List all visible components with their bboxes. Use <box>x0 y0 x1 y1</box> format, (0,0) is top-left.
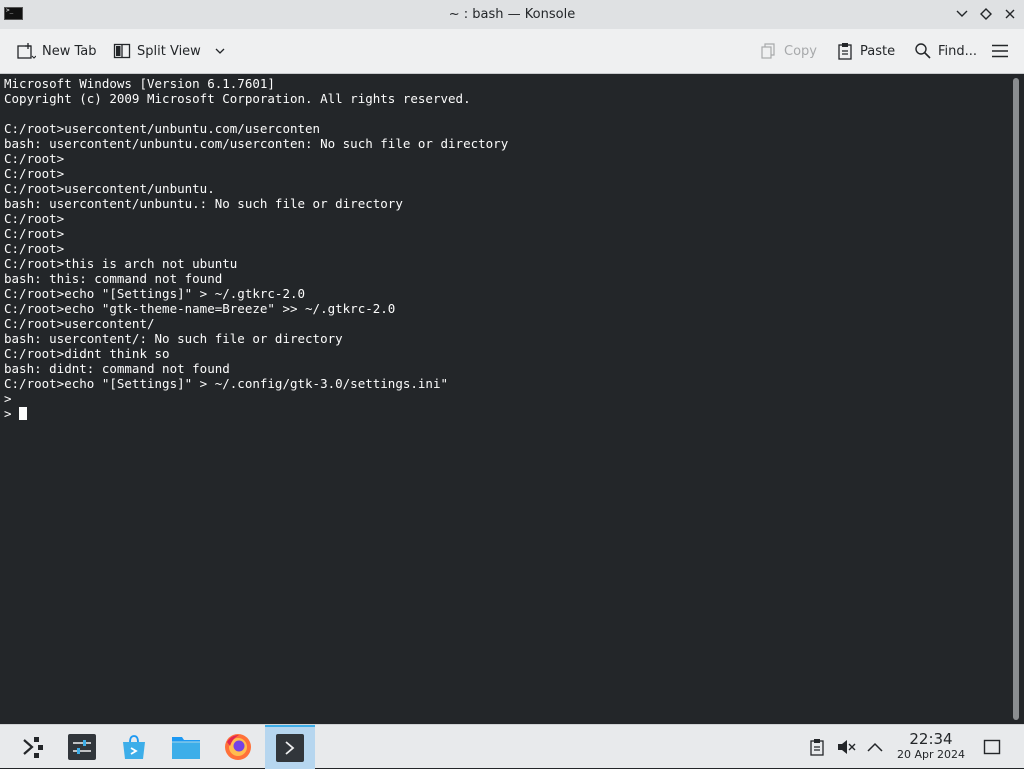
terminal-line: Copyright (c) 2009 Microsoft Corporation… <box>4 91 471 106</box>
terminal-view[interactable]: Microsoft Windows [Version 6.1.7601] Cop… <box>0 74 1010 724</box>
new-tab-button[interactable]: New Tab <box>16 40 97 62</box>
terminal-line: C:/root>echo "[Settings]" > ~/.config/gt… <box>4 376 449 391</box>
scrollbar-handle[interactable] <box>1013 78 1019 720</box>
clipboard-icon <box>810 739 824 756</box>
paste-icon <box>838 43 852 60</box>
close-icon <box>1005 9 1015 19</box>
show-hidden-icons-button[interactable] <box>865 737 885 757</box>
terminal-icon <box>276 734 304 762</box>
close-button[interactable] <box>1000 4 1020 24</box>
terminal-line: C:/root>didnt think so <box>4 346 170 361</box>
konsole-toolbar: New Tab Split View Copy Paste Find... <box>0 29 1024 74</box>
firefox-icon <box>225 734 251 760</box>
paste-label: Paste <box>860 43 896 59</box>
clock-date: 20 Apr 2024 <box>896 748 965 761</box>
terminal-line: bash: this: command not found <box>4 271 223 286</box>
text-cursor <box>19 407 28 420</box>
taskbar-dolphin-files[interactable] <box>162 725 210 769</box>
terminal-line: C:/root> <box>4 211 65 226</box>
taskbar <box>0 724 1024 769</box>
terminal-prompt: > <box>4 406 20 421</box>
terminal-line: C:/root>usercontent/unbuntu. <box>4 181 215 196</box>
find-button[interactable]: Find... <box>914 40 977 62</box>
terminal-line: C:/root> <box>4 166 65 181</box>
taskbar-discover[interactable] <box>110 725 158 769</box>
chevron-down-icon <box>215 48 225 54</box>
terminal-line: C:/root> <box>4 241 65 256</box>
terminal-line: bash: usercontent/unbuntu.: No such file… <box>4 196 403 211</box>
shopping-bag-icon <box>123 735 145 759</box>
chevron-up-icon <box>867 742 883 752</box>
desktop-icon <box>983 739 1001 755</box>
terminal-line: > <box>4 391 12 406</box>
hamburger-menu-icon <box>992 44 1008 58</box>
terminal-line: C:/root>echo "[Settings]" > ~/.gtkrc-2.0 <box>4 286 306 301</box>
application-launcher-button[interactable] <box>8 725 56 769</box>
minimize-button[interactable] <box>952 4 972 24</box>
terminal-output[interactable]: Microsoft Windows [Version 6.1.7601] Cop… <box>4 76 508 421</box>
terminal-line: C:/root>usercontent/unbuntu.com/usercont… <box>4 121 321 136</box>
terminal-history: Microsoft Windows [Version 6.1.7601] Cop… <box>4 76 508 406</box>
launcher-icon <box>23 737 43 758</box>
terminal-line: Microsoft Windows [Version 6.1.7601] <box>4 76 275 91</box>
terminal-line: bash: usercontent/unbuntu.com/userconten… <box>4 136 509 151</box>
find-label: Find... <box>938 43 978 59</box>
settings-sliders-icon <box>68 734 96 760</box>
terminal-line: bash: usercontent/: No such file or dire… <box>4 331 343 346</box>
diamond-icon <box>980 8 992 20</box>
search-icon <box>915 43 931 59</box>
terminal-line: C:/root>usercontent/ <box>4 316 155 331</box>
split-view-label: Split View <box>137 43 201 59</box>
split-view-icon <box>113 43 131 59</box>
volume-muted-icon <box>838 740 856 754</box>
copy-icon <box>761 43 775 59</box>
folder-icon <box>172 737 200 759</box>
window-title: ~ : bash — Konsole <box>448 7 576 22</box>
taskbar-system-settings[interactable] <box>58 725 106 769</box>
volume-tray-button[interactable] <box>836 737 856 757</box>
clipboard-tray-button[interactable] <box>807 737 827 757</box>
terminal-line: bash: didnt: command not found <box>4 361 230 376</box>
window-titlebar[interactable]: >_ ~ : bash — Konsole <box>0 0 1024 29</box>
taskbar-firefox[interactable] <box>214 725 262 769</box>
taskbar-konsole[interactable] <box>265 725 315 769</box>
new-tab-label: New Tab <box>42 43 97 59</box>
copy-label: Copy <box>784 43 817 59</box>
maximize-button[interactable] <box>976 4 996 24</box>
new-tab-icon <box>17 43 36 59</box>
clock-time: 22:34 <box>909 730 953 748</box>
terminal-line: C:/root> <box>4 151 65 166</box>
chevron-down-icon <box>956 10 968 17</box>
main-menu-button[interactable] <box>991 40 1009 62</box>
terminal-line: C:/root>this is arch not ubuntu <box>4 256 238 271</box>
split-view-button[interactable]: Split View <box>113 40 227 62</box>
digital-clock[interactable]: 22:34 20 Apr 2024 <box>893 730 969 762</box>
terminal-line: C:/root>echo "gtk-theme-name=Breeze" >> … <box>4 301 396 316</box>
show-desktop-button[interactable] <box>982 737 1002 757</box>
copy-button[interactable]: Copy <box>760 40 817 62</box>
terminal-line: C:/root> <box>4 226 65 241</box>
paste-button[interactable]: Paste <box>836 40 895 62</box>
